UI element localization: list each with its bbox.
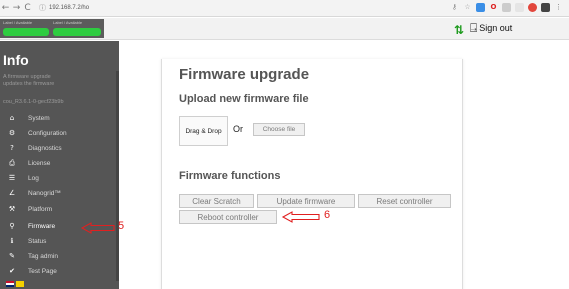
- star-icon[interactable]: ☆: [463, 3, 472, 12]
- sidebar-item-diagnostics[interactable]: ? Diagnostics: [6, 142, 111, 154]
- language-flags: [6, 281, 24, 287]
- sign-out-button[interactable]: ⍈ Sign out: [470, 22, 512, 34]
- update-firmware-button[interactable]: Update firmware: [257, 194, 355, 208]
- status-block: Label / Available Label / Available: [0, 19, 104, 38]
- sidebar-item-platform[interactable]: ⚒ Platform: [6, 203, 111, 215]
- extension-grey-icon[interactable]: [502, 3, 511, 12]
- pencil-icon: ✎: [9, 252, 15, 260]
- certificate-icon: ⎙: [9, 158, 15, 167]
- reboot-controller-button[interactable]: Reboot controller: [179, 210, 277, 224]
- address-bar[interactable]: ⓘ 192.168.7.2/ho: [39, 2, 469, 14]
- sidebar-scrollbar[interactable]: [116, 71, 119, 281]
- sidebar: Info A firmware upgrade updates the firm…: [0, 41, 119, 289]
- upload-heading: Upload new firmware file: [179, 93, 309, 105]
- reset-controller-button[interactable]: Reset controller: [358, 194, 451, 208]
- list-icon: ☰: [8, 174, 16, 182]
- back-icon[interactable]: ←: [0, 0, 11, 17]
- sidebar-item-configuration[interactable]: ⚙ Configuration: [6, 127, 111, 139]
- forward-icon[interactable]: →: [11, 0, 22, 17]
- question-icon: ?: [10, 144, 14, 152]
- key-icon[interactable]: ⚷: [450, 3, 459, 12]
- sidebar-item-test-page[interactable]: ✔ Test Page: [6, 265, 111, 277]
- extension-blue-icon[interactable]: [476, 3, 485, 12]
- gear-icon: ⚙: [8, 129, 16, 137]
- status-indicator-2: [53, 28, 101, 36]
- sign-out-icon: ⍈: [470, 21, 478, 35]
- extension-icons: ⚷ ☆ O ⋮: [450, 3, 563, 12]
- reload-icon[interactable]: C: [22, 0, 33, 17]
- sidebar-item-nanogrid[interactable]: ∠ Nanogrid™: [6, 187, 111, 199]
- sidebar-item-label: Test Page: [28, 267, 57, 275]
- sidebar-item-label: Firmware: [28, 222, 56, 230]
- sidebar-item-log[interactable]: ☰ Log: [6, 172, 111, 184]
- check-icon: ✔: [9, 267, 15, 275]
- sidebar-item-system[interactable]: ⌂ System: [6, 112, 111, 124]
- sidebar-item-label: Platform: [28, 205, 53, 213]
- extension-light-icon[interactable]: [515, 3, 524, 12]
- status-label-2: Label / Available: [53, 20, 83, 25]
- firmware-panel: Firmware upgrade Upload new firmware fil…: [161, 59, 463, 289]
- clear-scratch-button[interactable]: Clear Scratch: [179, 194, 254, 208]
- wrench-icon: ⚒: [8, 205, 16, 213]
- status-indicator-1: [3, 28, 49, 36]
- sidebar-item-label: System: [28, 114, 50, 122]
- browser-toolbar: ← → C ⓘ 192.168.7.2/ho ⚷ ☆ O ⋮: [0, 0, 569, 17]
- extension-dark-icon[interactable]: [541, 3, 550, 12]
- firmware-icon: ⚲: [9, 222, 15, 230]
- flag-icon[interactable]: [6, 281, 14, 287]
- address-text: 192.168.7.2/ho: [49, 5, 90, 11]
- sidebar-item-label: Configuration: [28, 129, 67, 137]
- sign-out-label: Sign out: [479, 23, 513, 33]
- menu-icon[interactable]: ⋮: [554, 3, 563, 12]
- sidebar-subtitle-2: updates the firmware: [3, 81, 55, 87]
- functions-heading: Firmware functions: [179, 170, 281, 182]
- extension-red-icon[interactable]: [528, 3, 537, 12]
- or-label: Or: [233, 124, 243, 134]
- home-icon: ⌂: [9, 114, 15, 122]
- sidebar-item-status[interactable]: ℹ Status: [6, 235, 111, 247]
- choose-file-button[interactable]: Choose file: [253, 123, 305, 136]
- sidebar-item-label: Log: [28, 174, 39, 182]
- drag-drop-zone[interactable]: Drag & Drop: [179, 116, 228, 146]
- status-label-1: Label / Available: [3, 20, 33, 25]
- sidebar-item-label: License: [28, 159, 51, 167]
- flag-icon[interactable]: [16, 281, 24, 287]
- annotation-number-6: 6: [324, 209, 331, 221]
- annotation-arrow-6: [281, 211, 320, 223]
- sidebar-item-tag-admin[interactable]: ✎ Tag admin: [6, 250, 111, 262]
- screenshot-root: ← → C ⓘ 192.168.7.2/ho ⚷ ☆ O ⋮ Label / A…: [0, 0, 569, 289]
- sidebar-title: Info: [3, 52, 29, 68]
- sidebar-item-label: Nanogrid™: [28, 189, 61, 197]
- sidebar-item-label: Tag admin: [28, 252, 58, 260]
- nanogrid-icon: ∠: [8, 189, 16, 197]
- sidebar-subtitle-1: A firmware upgrade: [3, 74, 51, 80]
- sidebar-item-label: Diagnostics: [28, 144, 62, 152]
- sync-icon[interactable]: ⇅: [454, 23, 464, 37]
- page-title: Firmware upgrade: [179, 66, 310, 83]
- sidebar-item-label: Status: [28, 237, 47, 245]
- sidebar-item-license[interactable]: ⎙ License: [6, 157, 111, 169]
- info-icon: ℹ: [10, 237, 14, 245]
- firmware-version: cou_R3.6.1-0-gecf23b9b: [3, 99, 64, 105]
- site-info-icon[interactable]: ⓘ: [39, 3, 46, 13]
- annotation-number-5: 5: [118, 220, 125, 232]
- extension-o-icon[interactable]: O: [489, 3, 498, 12]
- annotation-arrow-5: [80, 222, 115, 234]
